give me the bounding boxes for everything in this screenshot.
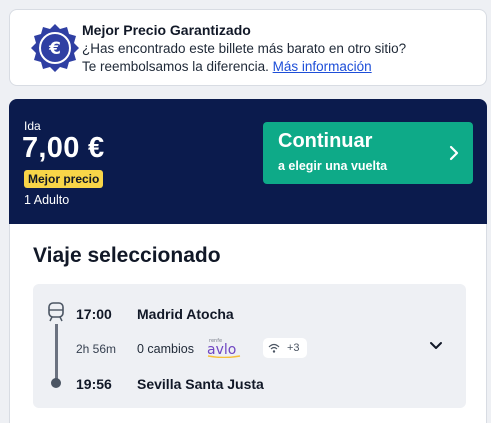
outbound-summary: Ida 7,00 € Mejor precio 1 Adulto Continu… (9, 99, 487, 224)
price-guarantee-banner: € Mejor Precio Garantizado ¿Has encontra… (9, 9, 487, 86)
best-price-badge: Mejor precio (24, 170, 104, 188)
journey-row[interactable]: 17:00 Madrid Atocha 2h 56m 0 cambios ren… (33, 284, 466, 408)
wifi-icon (268, 343, 280, 353)
trip-duration: 2h 56m (76, 342, 117, 356)
chevron-right-icon (449, 145, 459, 161)
euro-seal-icon: € (31, 24, 79, 72)
amenities-pill: +3 (263, 338, 307, 358)
direction-label: Ida (24, 119, 41, 133)
promo-title: Mejor Precio Garantizado (82, 22, 251, 38)
arrival-dot (51, 378, 61, 388)
arrival-time: 19:56 (76, 376, 112, 392)
continue-button-label: Continuar (278, 130, 373, 152)
selected-trip-card: Viaje seleccionado 17:00 Madrid Atocha 2… (9, 224, 487, 423)
more-info-link[interactable]: Más información (273, 59, 372, 74)
amenities-more-count: +3 (287, 342, 300, 354)
euro-symbol: € (48, 39, 61, 59)
arrival-station: Sevilla Santa Justa (137, 376, 264, 392)
train-icon (48, 302, 64, 322)
price: 7,00 € (22, 132, 105, 164)
continue-button-sublabel: a elegir una vuelta (278, 159, 388, 173)
departure-station: Madrid Atocha (137, 306, 234, 322)
selected-trip-title: Viaje seleccionado (33, 244, 221, 267)
chevron-down-icon[interactable] (429, 341, 443, 351)
route-line (55, 324, 58, 380)
changes-count: 0 cambios (137, 342, 194, 356)
continue-button[interactable]: Continuar a elegir una vuelta (263, 122, 473, 184)
avlo-logo: renfe avlo (207, 338, 241, 358)
promo-text: ¿Has encontrado este billete más barato … (82, 40, 412, 76)
passenger-count: 1 Adulto (24, 193, 70, 207)
departure-time: 17:00 (76, 306, 112, 322)
brand-label: avlo (207, 342, 236, 358)
